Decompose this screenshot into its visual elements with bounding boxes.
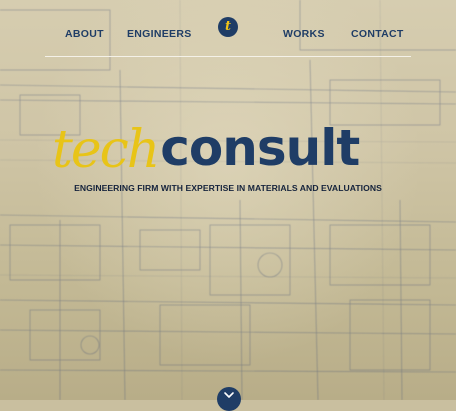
hero-tagline: ENGINEERING FIRM WITH EXPERTISE IN MATER… <box>74 183 382 193</box>
t-logo-icon[interactable]: t <box>218 17 238 37</box>
logo-letter: t <box>224 19 231 34</box>
brand-wordmark: techconsult <box>52 118 360 188</box>
nav-divider <box>45 56 411 57</box>
main-nav: ABOUT ENGINEERS t WORKS CONTACT <box>0 0 456 60</box>
nav-link-engineers[interactable]: ENGINEERS <box>127 28 192 40</box>
scroll-down-button[interactable] <box>217 387 241 411</box>
brand-tech: tech <box>52 120 160 180</box>
nav-link-about[interactable]: ABOUT <box>65 28 104 40</box>
nav-link-contact[interactable]: CONTACT <box>351 28 404 40</box>
hero-background <box>0 0 456 400</box>
brand-consult: consult <box>160 119 360 177</box>
blueprint-pattern <box>0 0 456 400</box>
nav-link-works[interactable]: WORKS <box>283 28 325 40</box>
